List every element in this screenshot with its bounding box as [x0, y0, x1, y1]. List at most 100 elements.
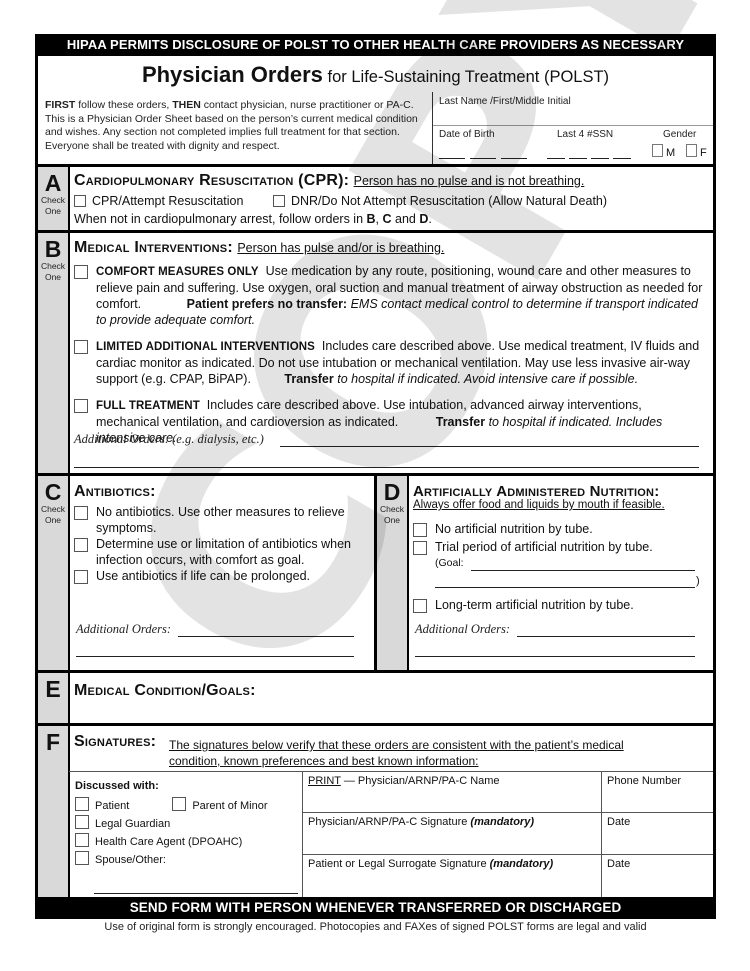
section-c-letter-col: C Check One — [38, 476, 70, 670]
trial-nutrition-checkbox[interactable] — [413, 541, 427, 555]
physician-sig-label: Physician/ARNP/PA-C Signature — [308, 816, 471, 828]
comfort-measures-option[interactable]: COMFORT MEASURES ONLY Use medication by … — [74, 263, 703, 328]
signature-grid: Discussed with: Patient Parent of Minor … — [69, 771, 713, 898]
patient-info: Last Name /First/Middle Initial Date of … — [432, 92, 713, 164]
check-one-label-2: One — [44, 206, 62, 216]
phone-label: Phone Number — [607, 775, 681, 787]
discussed-agent[interactable]: Health Care Agent (DPOAHC) — [75, 833, 242, 848]
top-banner: HIPAA PERMITS DISCLOSURE OF POLST TO OTH… — [35, 34, 716, 56]
section-c-additional-line-2[interactable] — [76, 656, 354, 657]
patient-date-label: Date — [607, 858, 631, 870]
full-treatment-checkbox[interactable] — [74, 399, 88, 413]
guardian-label: Legal Guardian — [95, 818, 171, 830]
goal-label: (Goal: — [435, 557, 464, 569]
section-a-letter-col: A Check One — [38, 167, 70, 230]
determine-antibiotics-option[interactable]: Determine use or limitation of antibioti… — [74, 536, 366, 568]
limited-interventions-checkbox[interactable] — [74, 340, 88, 354]
comfort-measures-label: COMFORT MEASURES ONLY — [96, 266, 259, 278]
use-antibiotics-option[interactable]: Use antibiotics if life can be prolonged… — [74, 568, 366, 584]
physician-name-field[interactable]: PRINT — Physician/ARNP/PA-C Name — [303, 772, 602, 813]
check-one-label-2: One — [383, 515, 401, 525]
section-d-additional-label: Additional Orders: — [415, 622, 511, 636]
print-rest: — Physician/ARNP/PA-C Name — [340, 775, 500, 787]
cpr-checkbox[interactable] — [74, 195, 86, 207]
section-c-letter: C — [44, 479, 62, 505]
parent-checkbox[interactable] — [172, 797, 187, 811]
check-one-label: Check — [40, 195, 66, 205]
no-antibiotics-checkbox[interactable] — [74, 506, 88, 520]
spouse-checkbox[interactable] — [75, 851, 89, 865]
longterm-nutrition-label: Long-term artificial nutrition by tube. — [435, 598, 634, 612]
trial-nutrition-label: Trial period of artificial nutrition by … — [435, 540, 653, 554]
section-d-title: Artificially Administered Nutrition: — [413, 483, 660, 500]
trial-nutrition-option[interactable]: Trial period of artificial nutrition by … — [413, 539, 707, 555]
discussed-patient[interactable]: Patient — [75, 797, 129, 812]
section-e-letter-col: E — [38, 673, 70, 723]
section-c-additional-label: Additional Orders: — [76, 622, 172, 636]
ssn-field[interactable] — [547, 152, 637, 160]
section-b-additional-line-2[interactable] — [74, 467, 699, 468]
cpr-option[interactable]: CPR/Attempt Resuscitation — [74, 194, 243, 208]
goal-line-2[interactable] — [435, 587, 695, 588]
dnr-checkbox[interactable] — [272, 195, 285, 207]
no-nutrition-checkbox[interactable] — [413, 523, 427, 537]
section-b-letter: B — [44, 236, 62, 262]
section-d-letter-col: D Check One — [377, 476, 409, 670]
patient-checkbox[interactable] — [75, 797, 89, 811]
patient-date-field[interactable]: Date — [602, 855, 713, 898]
intro-first: FIRST — [45, 99, 76, 111]
section-e: E Medical Condition/Goals: — [35, 670, 716, 726]
section-f-letter-col: F — [38, 726, 70, 898]
section-a-title: Cardiopulmonary Resuscitation (CPR): — [74, 172, 350, 189]
no-antibiotics-option[interactable]: No antibiotics. Use other measures to re… — [74, 504, 366, 536]
section-a-letter: A — [44, 170, 62, 196]
discussed-parent[interactable]: Parent of Minor — [172, 797, 268, 812]
discussed-spouse[interactable]: Spouse/Other: — [75, 851, 166, 866]
name-field[interactable]: Last Name /First/Middle Initial — [433, 92, 713, 126]
physician-date-field[interactable]: Date — [602, 813, 713, 855]
physician-signature-field[interactable]: Physician/ARNP/PA-C Signature (mandatory… — [303, 813, 602, 855]
dnr-option[interactable]: DNR/Do Not Attempt Resuscitation (Allow … — [272, 194, 607, 208]
physician-sig-mandatory: (mandatory) — [470, 816, 534, 828]
determine-antibiotics-checkbox[interactable] — [74, 538, 88, 552]
limited-interventions-option[interactable]: LIMITED ADDITIONAL INTERVENTIONS Include… — [74, 338, 703, 387]
section-e-letter: E — [45, 676, 61, 702]
section-b: B Check One Medical Interventions: Perso… — [35, 230, 716, 476]
discussed-guardian[interactable]: Legal Guardian — [75, 815, 171, 830]
gender-f-checkbox[interactable] — [686, 144, 697, 157]
check-one-label: Check — [40, 261, 66, 271]
dob-field[interactable] — [439, 152, 529, 160]
bottom-banner: SEND FORM WITH PERSON WHENEVER TRANSFERR… — [35, 897, 716, 919]
dob-label: Date of Birth — [439, 129, 495, 140]
gender-m-checkbox[interactable] — [652, 144, 663, 157]
longterm-nutrition-option[interactable]: Long-term artificial nutrition by tube. — [413, 597, 707, 613]
discussed-label: Discussed with: — [75, 780, 159, 792]
section-c-additional-line-1[interactable] — [178, 636, 354, 637]
section-f-subtitle: The signatures below verify that these o… — [169, 738, 624, 768]
goal-line-1[interactable] — [471, 570, 695, 571]
full-transfer-bold: Transfer — [435, 415, 486, 429]
spouse-label: Spouse/Other: — [95, 854, 166, 866]
check-one-label: Check — [40, 504, 66, 514]
patient-signature-field[interactable]: Patient or Legal Surrogate Signature (ma… — [303, 855, 602, 898]
patient-sig-mandatory: (mandatory) — [489, 858, 554, 870]
phone-field[interactable]: Phone Number — [602, 772, 713, 813]
footer-note: Use of original form is strongly encoura… — [104, 921, 647, 933]
section-d-additional-line-2[interactable] — [415, 656, 695, 657]
section-d: D Check One Artificially Administered Nu… — [374, 473, 716, 673]
comfort-measures-checkbox[interactable] — [74, 265, 88, 279]
section-f: F Signatures: The signatures below verif… — [35, 723, 716, 898]
section-e-title[interactable]: Medical Condition/Goals: — [74, 682, 256, 700]
no-antibiotics-label: No antibiotics. Use other measures to re… — [96, 505, 345, 535]
use-antibiotics-checkbox[interactable] — [74, 570, 88, 584]
agent-checkbox[interactable] — [75, 833, 89, 847]
section-d-additional-line-1[interactable] — [517, 636, 695, 637]
longterm-nutrition-checkbox[interactable] — [413, 599, 427, 613]
section-b-additional-line-1[interactable] — [280, 446, 699, 447]
no-nutrition-option[interactable]: No artificial nutrition by tube. — [413, 521, 707, 537]
guardian-checkbox[interactable] — [75, 815, 89, 829]
spouse-other-line[interactable] — [94, 893, 298, 894]
no-nutrition-label: No artificial nutrition by tube. — [435, 522, 593, 536]
section-d-letter: D — [383, 479, 401, 505]
section-f-letter: F — [45, 729, 61, 755]
